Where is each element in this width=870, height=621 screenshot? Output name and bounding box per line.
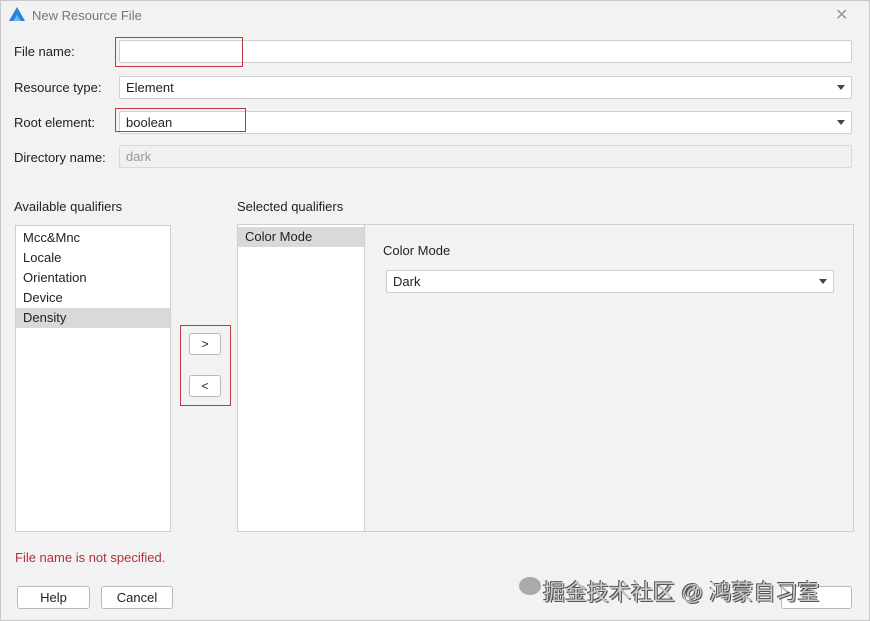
color-mode-value: Dark — [393, 274, 421, 289]
list-item[interactable]: Device — [16, 288, 170, 308]
watermark: 掘金技术社区 @ 鸿蒙自习室 — [543, 580, 820, 605]
list-item[interactable]: Locale — [16, 248, 170, 268]
add-qualifier-button[interactable]: > — [189, 333, 221, 355]
window-title: New Resource File — [32, 8, 142, 23]
app-logo-icon — [9, 7, 25, 21]
color-mode-label: Color Mode — [383, 243, 451, 258]
chevron-down-icon — [819, 279, 827, 284]
remove-qualifier-button[interactable]: < — [189, 375, 221, 397]
cancel-button[interactable]: Cancel — [101, 586, 173, 609]
available-qualifiers-list[interactable]: Mcc&Mnc Locale Orientation Device Densit… — [15, 225, 171, 532]
file-name-highlight — [115, 37, 243, 67]
selected-qualifiers-panel: Color Mode Color Mode Dark — [237, 224, 854, 532]
directory-name-label: Directory name: — [14, 150, 106, 165]
close-icon[interactable]: ✕ — [835, 5, 848, 25]
color-mode-select[interactable]: Dark — [386, 270, 834, 293]
resource-type-label: Resource type: — [14, 80, 102, 95]
chevron-down-icon — [837, 120, 845, 125]
selected-qualifiers-list[interactable]: Color Mode — [238, 225, 365, 531]
resource-type-value: Element — [126, 80, 174, 95]
list-item[interactable]: Density — [16, 308, 170, 328]
root-element-label: Root element: — [14, 115, 95, 130]
wechat-icon — [519, 577, 541, 595]
list-item[interactable]: Color Mode — [238, 227, 364, 247]
help-button[interactable]: Help — [17, 586, 90, 609]
list-item[interactable]: Mcc&Mnc — [16, 228, 170, 248]
selected-qualifiers-label: Selected qualifiers — [237, 199, 344, 214]
error-message: File name is not specified. — [15, 550, 166, 565]
chevron-down-icon — [837, 85, 845, 90]
list-item[interactable]: Orientation — [16, 268, 170, 288]
file-name-label: File name: — [14, 44, 75, 59]
available-qualifiers-label: Available qualifiers — [14, 199, 123, 214]
root-element-highlight — [115, 108, 246, 132]
directory-name-input: dark — [119, 145, 852, 168]
resource-type-select[interactable]: Element — [119, 76, 852, 99]
